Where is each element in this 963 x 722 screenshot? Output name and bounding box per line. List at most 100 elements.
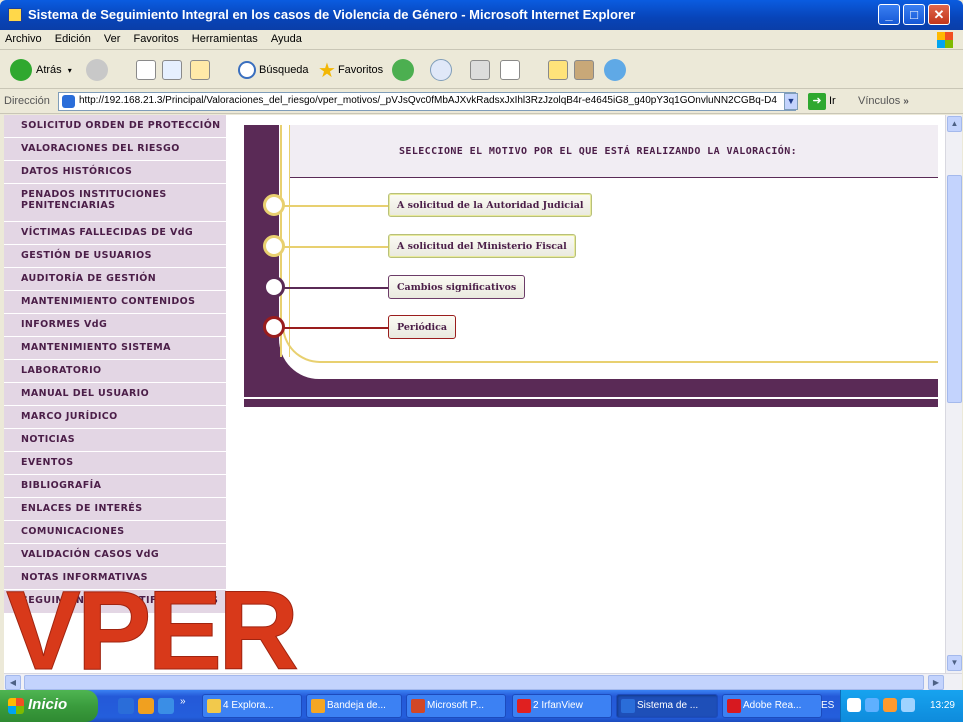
messenger-icon [604,59,626,81]
window-title: Sistema de Seguimiento Integral en los c… [28,7,636,22]
option-periodica-button[interactable]: Periódica [388,315,457,339]
taskbar-item-irfanview[interactable]: 2 IrfanView [512,694,612,718]
stop-button[interactable] [136,57,156,83]
menu-ver[interactable]: Ver [99,30,126,48]
tray-network-icon[interactable] [901,698,915,712]
nav-marco-juridico[interactable]: MARCO JURÍDICO [4,406,226,429]
folder-icon [207,699,221,713]
taskbar-item-sistema[interactable]: Sistema de ... [616,694,718,718]
tray-mail-icon[interactable] [865,698,879,712]
panel-heading: SELECCIONE EL MOTIVO POR EL QUE ESTÁ REA… [399,146,798,157]
option-bullet-icon [263,316,285,338]
forward-button[interactable] [86,57,108,83]
vertical-scrollbar[interactable]: ▲ ▼ [945,115,962,673]
irfanview-icon [517,699,531,713]
menu-archivo[interactable]: Archivo [0,30,47,48]
nav-valoraciones-riesgo[interactable]: VALORACIONES DEL RIESGO [4,138,226,161]
nav-noticias[interactable]: NOTICIAS [4,429,226,452]
nav-datos-historicos[interactable]: DATOS HISTÓRICOS [4,161,226,184]
windows-logo-icon [937,32,953,48]
nav-comunicaciones[interactable]: COMUNICACIONES [4,521,226,544]
print-button[interactable] [470,57,490,83]
scroll-up-icon[interactable]: ▲ [947,116,962,132]
edit-button[interactable] [500,57,520,83]
nav-validacion-casos[interactable]: VALIDACIÓN CASOS VdG [4,544,226,567]
quicklaunch-browser-icon[interactable] [158,698,174,714]
quicklaunch-more-icon[interactable]: » [180,696,186,707]
scroll-down-icon[interactable]: ▼ [947,655,962,671]
nav-mantenimiento-sistema[interactable]: MANTENIMIENTO SISTEMA [4,337,226,360]
option-autoridad-judicial-button[interactable]: A solicitud de la Autoridad Judicial [388,193,593,217]
maximize-button[interactable]: □ [903,4,925,25]
nav-informes-vdg[interactable]: INFORMES VdG [4,314,226,337]
vper-overlay-label: VPER [6,568,300,693]
option-cambios-significativos-button[interactable]: Cambios significativos [388,275,526,299]
menu-ayuda[interactable]: Ayuda [266,30,307,48]
quicklaunch-media-icon[interactable] [138,698,154,714]
nav-victimas-fallecidas[interactable]: VÍCTIMAS FALLECIDAS DE VdG [4,222,226,245]
nav-enlaces-interes[interactable]: ENLACES DE INTERÉS [4,498,226,521]
nav-gestion-usuarios[interactable]: GESTIÓN DE USUARIOS [4,245,226,268]
forward-arrow-icon [86,59,108,81]
discuss-button[interactable] [548,57,568,83]
word-icon [500,60,520,80]
option-ministerio-fiscal-button[interactable]: A solicitud del Ministerio Fiscal [388,234,576,258]
nav-eventos[interactable]: EVENTOS [4,452,226,475]
stop-icon [136,60,156,80]
quicklaunch-ie-icon[interactable] [118,698,134,714]
search-label: Búsqueda [259,64,309,76]
research-button[interactable] [574,57,594,83]
menu-favoritos[interactable]: Favoritos [128,30,183,48]
language-indicator[interactable]: ES [821,700,834,711]
history-button[interactable] [392,57,414,83]
books-icon [574,60,594,80]
taskbar-item-powerpoint[interactable]: Microsoft P... [406,694,506,718]
menu-edicion[interactable]: Edición [50,30,96,48]
favorites-button[interactable]: ★ Favoritos [318,57,383,83]
nav-auditoria-gestion[interactable]: AUDITORÍA DE GESTIÓN [4,268,226,291]
go-button[interactable]: Ir [829,95,836,107]
start-label: Inicio [28,696,68,713]
url-input[interactable]: http://192.168.21.3/Principal/Valoracion… [58,92,796,111]
taskbar-item-explorer[interactable]: 4 Explora... [202,694,302,718]
go-arrow-icon[interactable]: ➜ [808,93,826,110]
vertical-scroll-thumb[interactable] [947,175,962,403]
nav-laboratorio[interactable]: LABORATORIO [4,360,226,383]
links-button[interactable]: Vínculos » [858,95,909,107]
scroll-right-icon[interactable]: ▶ [928,675,944,690]
minimize-button[interactable]: _ [878,4,900,25]
mail-button[interactable] [430,57,452,83]
ie-icon [621,699,635,713]
address-bar: Dirección http://192.168.21.3/Principal/… [0,90,963,114]
task-label: Bandeja de... [327,700,386,711]
nav-mantenimiento-contenidos[interactable]: MANTENIMIENTO CONTENIDOS [4,291,226,314]
mail-icon [430,59,452,81]
taskbar-item-inbox[interactable]: Bandeja de... [306,694,402,718]
task-label: Adobe Rea... [743,700,802,711]
page-icon [62,95,75,108]
nav-manual-usuario[interactable]: MANUAL DEL USUARIO [4,383,226,406]
url-dropdown-icon[interactable]: ▼ [784,93,798,110]
outlook-icon [311,699,325,713]
back-button[interactable]: Atrás ▾ [10,57,72,83]
menu-herramientas[interactable]: Herramientas [187,30,263,48]
adobe-reader-icon [727,699,741,713]
home-button[interactable] [190,57,210,83]
start-button[interactable]: Inicio [0,690,98,722]
favorites-label: Favoritos [337,64,384,76]
tray-collapse-icon[interactable] [847,698,861,712]
nav-solicitud-orden-proteccion[interactable]: SOLICITUD ORDEN DE PROTECCIÓN [4,115,226,138]
browser-window: Sistema de Seguimiento Integral en los c… [0,0,963,722]
messenger-button[interactable] [604,57,626,83]
tray-app-icon[interactable] [883,698,897,712]
nav-penados-instituciones[interactable]: PENADOS INSTITUCIONES PENITENCIARIAS [4,184,226,222]
history-icon [392,59,414,81]
close-button[interactable]: ✕ [928,4,950,25]
option-bullet-icon [263,194,285,216]
refresh-button[interactable] [162,57,182,83]
nav-bibliografia[interactable]: BIBLIOGRAFÍA [4,475,226,498]
taskbar-item-adobe[interactable]: Adobe Rea... [722,694,822,718]
search-button[interactable]: Búsqueda [238,57,309,83]
option-connector [278,246,388,248]
task-label: 2 IrfanView [533,700,583,711]
